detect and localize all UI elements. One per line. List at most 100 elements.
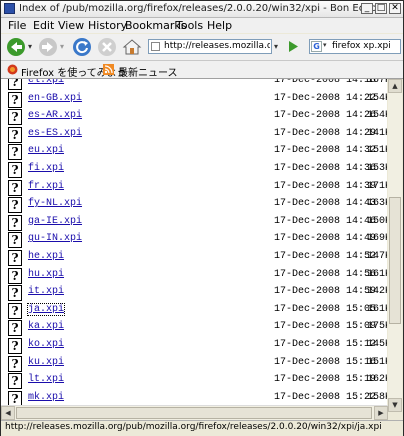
unknown-file-icon: ? [8,355,22,372]
address-input[interactable]: http://releases.mozilla.org/pub/mozilla.… [164,41,270,51]
horizontal-scrollbar[interactable]: ◀ ▶ [1,405,388,420]
menu-bar: File Edit View History Bookmarks Tools H… [1,18,403,33]
unknown-file-icon: ? [8,302,22,319]
minimize-button[interactable]: _ [361,3,373,14]
file-date: 17-Dec-2008 14:56 [274,268,377,280]
bookmark-item-latest-news[interactable]: 最新ニュース [118,64,178,79]
file-size: 169K [367,233,387,245]
table-row: ? en-GB.xpi 17-Dec-2008 14:22154K [1,91,387,109]
table-row: ? gu-IN.xpi 17-Dec-2008 14:49169K [1,232,387,249]
file-size: 158K [367,391,387,403]
home-icon[interactable] [122,37,142,57]
stop-icon[interactable] [97,37,117,57]
unknown-file-icon: ? [8,109,22,126]
file-size: 151K [367,145,387,157]
maximize-button[interactable]: □ [375,3,387,14]
scroll-left-icon[interactable]: ◀ [1,406,15,420]
file-link[interactable]: it.xpi [28,286,64,297]
scroll-up-icon[interactable]: ▲ [388,79,402,93]
file-link[interactable]: fy-NL.xpi [28,198,82,209]
close-button[interactable]: ✕ [389,3,401,14]
google-icon[interactable]: G [311,41,322,52]
file-link[interactable]: el.xpi [28,79,64,86]
file-link[interactable]: fr.xpi [28,181,64,192]
unknown-file-icon: ? [8,338,22,354]
menu-history[interactable]: History [88,19,127,32]
file-link[interactable]: mk.xpi [28,392,64,403]
file-date: 17-Dec-2008 15:16 [274,356,377,368]
address-bar[interactable]: http://releases.mozilla.org/pub/mozilla.… [148,39,272,54]
back-arrow-icon[interactable] [6,37,26,57]
file-link[interactable]: ja.xpi [26,302,66,316]
file-link[interactable]: fi.xpi [28,163,64,174]
file-date: 17-Dec-2008 14:46 [274,215,377,227]
firefox-bookmark-icon [7,64,18,75]
search-input[interactable]: firefox xp.xpi [332,41,391,51]
file-date: 17-Dec-2008 15:05 [274,303,377,315]
file-date: 17-Dec-2008 14:36 [274,163,377,174]
search-box[interactable]: G ▾ firefox xp.xpi [309,39,401,54]
table-row: ? ja.xpi 17-Dec-2008 15:05161K [1,302,387,320]
unknown-file-icon: ? [8,91,22,108]
file-link[interactable]: eu.xpi [28,145,64,156]
file-link[interactable]: es-ES.xpi [28,128,82,139]
horizontal-scroll-thumb[interactable] [16,407,372,419]
file-date: 17-Dec-2008 14:29 [274,127,377,139]
file-link[interactable]: gu-IN.xpi [28,233,82,244]
go-arrow-icon[interactable] [287,40,299,53]
file-link[interactable]: ku.xpi [28,357,64,368]
file-link[interactable]: es-AR.xpi [28,110,82,121]
file-link[interactable]: en-GB.xpi [28,93,82,104]
file-link[interactable]: lt.xpi [28,374,64,385]
back-dropdown-icon[interactable]: ▾ [28,42,32,51]
menu-help[interactable]: Help [207,19,232,32]
file-link[interactable]: ga-IE.xpi [28,216,82,227]
menu-tools[interactable]: Tools [176,19,203,32]
table-row: ? es-AR.xpi 17-Dec-2008 14:26154K [1,109,387,126]
file-link[interactable]: ka.xpi [28,321,64,332]
table-row: ? es-ES.xpi 17-Dec-2008 14:29141K [1,126,387,144]
page-icon [151,42,160,51]
file-size: 151K [367,356,387,368]
directory-listing: ? el.xpi 17-Dec-2008 14:18167K? en-GB.xpi 17… [1,79,387,412]
bookmarks-toolbar: Firefox を使ってみよう 最新ニュース [1,61,403,79]
file-date: 17-Dec-2008 14:43 [274,198,377,210]
table-row: ? he.xpi 17-Dec-2008 14:52147K [1,250,387,267]
table-row: ? fr.xpi 17-Dec-2008 14:39171K [1,179,387,197]
table-row: ? ku.xpi 17-Dec-2008 15:16151K [1,355,387,373]
file-date: 17-Dec-2008 15:09 [274,321,377,333]
vertical-scrollbar[interactable]: ▲ ▼ [388,79,402,412]
scroll-down-icon[interactable]: ▼ [388,398,402,412]
menu-file[interactable]: File [8,19,26,32]
window-title: Index of /pub/mozilla.org/firefox/releas… [19,3,377,14]
file-size: 161K [367,303,387,315]
table-row: ? fy-NL.xpi 17-Dec-2008 14:43163K [1,197,387,214]
file-size: 142K [367,286,387,298]
file-link[interactable]: he.xpi [28,251,64,262]
unknown-file-icon: ? [8,373,22,390]
file-size: 161K [367,268,387,280]
unknown-file-icon: ? [8,267,22,284]
scroll-right-icon[interactable]: ▶ [374,406,388,420]
file-size: 154K [367,92,387,104]
file-size: 154K [367,110,387,122]
file-date: 17-Dec-2008 14:39 [274,180,377,192]
forward-arrow-icon[interactable] [38,37,58,57]
forward-dropdown-icon[interactable]: ▾ [60,42,64,51]
file-size: 167K [367,79,387,86]
unknown-file-icon: ? [8,320,22,337]
file-date: 17-Dec-2008 14:52 [274,251,377,262]
menu-edit[interactable]: Edit [33,19,54,32]
rss-feed-icon [103,64,114,75]
table-row: ? ka.xpi 17-Dec-2008 15:09175K [1,320,387,337]
vertical-scroll-thumb[interactable] [389,197,401,324]
url-history-dropdown-icon[interactable]: ▾ [274,42,278,51]
reload-icon[interactable] [72,37,92,57]
menu-view[interactable]: View [58,19,84,32]
search-engine-dropdown-icon[interactable]: ▾ [323,41,327,49]
file-size: 153K [367,163,387,174]
table-row: ? hu.xpi 17-Dec-2008 14:56161K [1,267,387,285]
file-link[interactable]: ko.xpi [28,339,64,350]
file-link[interactable]: hu.xpi [28,269,64,280]
status-text: http://releases.mozilla.org/pub/mozilla.… [5,422,382,432]
